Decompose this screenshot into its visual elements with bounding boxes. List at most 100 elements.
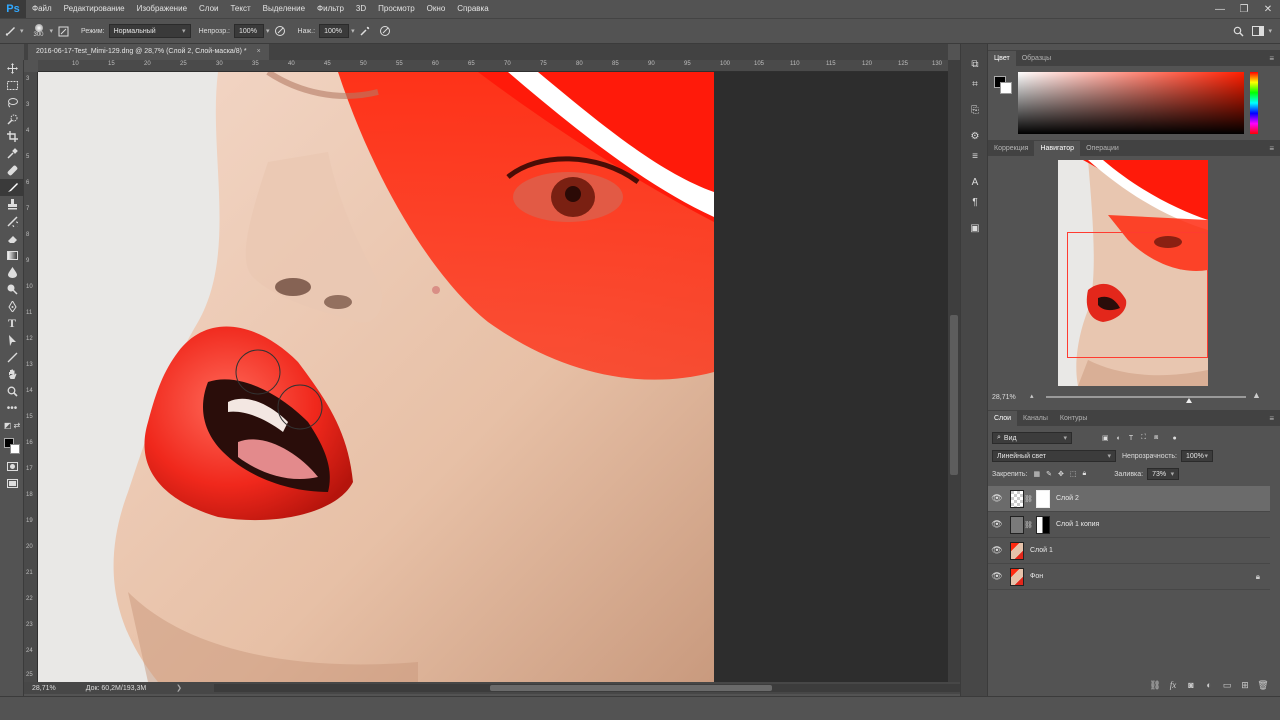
layer-name[interactable]: Фон [1030, 573, 1043, 580]
menu-file[interactable]: Файл [26, 0, 58, 18]
lock-artboard-icon[interactable]: ⬚ [1070, 470, 1077, 478]
panel-menu-icon[interactable]: ≡ [1269, 54, 1274, 63]
flow-input[interactable]: 100% [319, 24, 350, 38]
tab-actions[interactable]: Операции [1080, 141, 1125, 156]
filter-type-icon[interactable]: T [1129, 435, 1133, 442]
quick-select-icon[interactable] [0, 111, 24, 128]
history-panel-icon[interactable]: ⧉ [961, 54, 989, 74]
lasso-icon[interactable] [0, 94, 24, 111]
document-tab[interactable]: 2016-06-17-Test_Mimi-129.dng @ 28,7% (Сл… [28, 44, 269, 60]
filter-adjustment-icon[interactable]: ◐ [1117, 435, 1121, 442]
chevron-down-icon[interactable]: ▾ [50, 27, 54, 35]
brush-panel-toggle-icon[interactable] [55, 23, 71, 39]
mask-icon[interactable]: ◙ [1182, 680, 1200, 690]
close-tab-icon[interactable]: × [257, 48, 261, 55]
zoom-level[interactable]: 28,71% [32, 685, 56, 692]
close-window-button[interactable]: ✕ [1256, 0, 1280, 18]
chevron-down-icon[interactable]: ▾ [266, 27, 270, 35]
layer-name[interactable]: Слой 2 [1056, 495, 1079, 502]
horizontal-scroll-thumb[interactable] [490, 685, 772, 691]
pressure-size-icon[interactable] [377, 23, 393, 39]
layer-mask-thumbnail[interactable] [1036, 515, 1050, 534]
marquee-icon[interactable] [0, 77, 24, 94]
layer-name[interactable]: Слой 1 копия [1056, 521, 1099, 528]
menu-3d[interactable]: 3D [350, 0, 372, 18]
adjust-panel-icon[interactable]: ⚙ [961, 126, 989, 146]
gradient-icon[interactable] [0, 247, 24, 264]
menu-window[interactable]: Окно [421, 0, 452, 18]
layer-fill-input[interactable]: 73% ▾ [1147, 468, 1180, 480]
lock-all-icon[interactable]: 🔒︎ [1082, 470, 1086, 478]
zoom-slider-knob[interactable] [1186, 398, 1192, 403]
filter-smart-object-icon[interactable]: ⧈ [1154, 434, 1158, 442]
lock-pixels-icon[interactable]: ✎ [1046, 470, 1052, 478]
group-icon[interactable]: ▭ [1218, 680, 1236, 691]
color-spectrum-field[interactable] [1018, 72, 1244, 134]
tab-layers[interactable]: Слои [988, 411, 1018, 426]
tab-color[interactable]: Цвет [988, 51, 1016, 66]
panel-menu-icon[interactable]: ≡ [1269, 144, 1274, 153]
tab-navigator[interactable]: Навигатор [1034, 141, 1081, 156]
healing-icon[interactable] [0, 162, 24, 179]
stamp-icon[interactable] [0, 196, 24, 213]
layer-name[interactable]: Слой 1 [1030, 547, 1053, 554]
menu-edit[interactable]: Редактирование [58, 0, 131, 18]
lock-transparent-icon[interactable]: ▦ [1033, 470, 1040, 478]
dodge-icon[interactable] [0, 281, 24, 298]
chevron-down-icon[interactable]: ▾ [1268, 27, 1272, 35]
layer-blend-mode-select[interactable]: Линейный свет ▾ [992, 450, 1116, 462]
brush-tool-preset-icon[interactable] [2, 23, 18, 39]
move-icon[interactable] [0, 60, 24, 77]
visibility-eye-icon[interactable]: 👁︎ [988, 519, 1006, 530]
minimize-button[interactable]: — [1208, 0, 1232, 18]
visibility-eye-icon[interactable]: 👁︎ [988, 571, 1006, 582]
pen-icon[interactable] [0, 298, 24, 315]
path-select-icon[interactable] [0, 332, 24, 349]
more-icon[interactable]: ••• [0, 400, 24, 417]
horizontal-scrollbar[interactable] [214, 684, 964, 692]
blur-icon[interactable] [0, 264, 24, 281]
line-icon[interactable] [0, 349, 24, 366]
tab-channels[interactable]: Каналы [1017, 411, 1054, 426]
eraser-icon[interactable] [0, 230, 24, 247]
filter-toggle-icon[interactable]: ● [1173, 435, 1177, 442]
link-chain-icon[interactable]: ⛓︎ [1024, 495, 1033, 503]
filter-pixel-icon[interactable]: ▣ [1102, 434, 1109, 442]
menu-type[interactable]: Текст [224, 0, 256, 18]
layer-mask-thumbnail[interactable] [1036, 489, 1050, 508]
new-layer-icon[interactable]: ⊞ [1236, 680, 1254, 691]
menu-help[interactable]: Справка [451, 0, 494, 18]
tab-swatches[interactable]: Образцы [1016, 51, 1057, 66]
pressure-opacity-icon[interactable] [272, 23, 288, 39]
layer-filter-select[interactable]: ⌕ Вид ▾ [992, 432, 1072, 444]
eyedropper-icon[interactable] [0, 145, 24, 162]
type-icon[interactable]: T [0, 315, 24, 332]
menu-layers[interactable]: Слои [193, 0, 224, 18]
layer-opacity-input[interactable]: 100% ▾ [1181, 450, 1213, 462]
default-colors-icon[interactable]: ◩ ⇄ [0, 417, 24, 434]
fx-icon[interactable]: fx [1164, 680, 1182, 690]
trash-icon[interactable]: 🗑︎ [1254, 680, 1272, 691]
brush-size-picker[interactable]: 300 [28, 20, 50, 42]
brush-icon[interactable] [0, 179, 24, 196]
blend-mode-select[interactable]: Нормальный ▾ [108, 24, 191, 38]
zoom-out-icon[interactable]: ▴ [1030, 392, 1034, 400]
opacity-input[interactable]: 100% [234, 24, 265, 38]
workspace-icon[interactable] [1250, 23, 1266, 39]
crop-icon[interactable] [0, 128, 24, 145]
navigator-thumbnail[interactable] [1058, 160, 1208, 386]
properties-icon[interactable]: ≡ [961, 146, 989, 166]
link-chain-icon[interactable]: ⛓︎ [1024, 521, 1033, 529]
document-canvas-area[interactable] [38, 72, 948, 682]
status-menu-arrow-icon[interactable]: ❯ [176, 684, 182, 692]
visibility-eye-icon[interactable]: 👁︎ [988, 545, 1006, 556]
hand-icon[interactable] [0, 366, 24, 383]
chevron-down-icon[interactable]: ▾ [20, 27, 24, 35]
panel-menu-icon[interactable]: ≡ [1269, 414, 1274, 423]
chevron-down-icon[interactable]: ▾ [351, 27, 355, 35]
navigator-view-box[interactable] [1067, 232, 1208, 358]
tab-adjustments[interactable]: Коррекция [988, 141, 1034, 156]
restore-button[interactable]: ❐ [1232, 0, 1256, 18]
airbrush-icon[interactable] [357, 23, 373, 39]
menu-filter[interactable]: Фильтр [311, 0, 350, 18]
